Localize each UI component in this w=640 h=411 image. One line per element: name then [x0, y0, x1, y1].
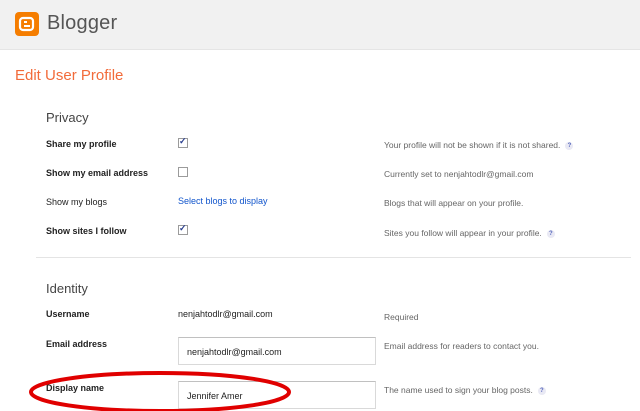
show-sites-checkbox[interactable]: [178, 223, 188, 235]
show-sites-label: Show sites I follow: [46, 226, 127, 236]
username-help: Required: [384, 312, 419, 322]
brand-name: Blogger: [47, 12, 118, 34]
username-label: Username: [46, 309, 90, 319]
section-divider: [36, 257, 631, 258]
blogger-logo-icon[interactable]: [15, 12, 39, 36]
help-question-icon[interactable]: ?: [537, 386, 546, 395]
display-name-help: The name used to sign your blog posts.?: [384, 385, 546, 395]
select-blogs-link[interactable]: Select blogs to display: [178, 196, 268, 206]
display-name-help-text: The name used to sign your blog posts.: [384, 385, 533, 395]
share-profile-checkbox[interactable]: [178, 136, 188, 148]
username-value: nenjahtodlr@gmail.com: [178, 309, 273, 319]
privacy-section-title: Privacy: [46, 110, 89, 125]
show-email-checkbox[interactable]: [178, 167, 188, 177]
top-bar: Blogger: [0, 0, 640, 50]
share-profile-help: Your profile will not be shown if it is …: [384, 140, 574, 150]
show-email-help: Currently set to nenjahtodlr@gmail.com: [384, 169, 534, 179]
identity-section-title: Identity: [46, 281, 88, 296]
show-email-label: Show my email address: [46, 168, 149, 178]
email-address-help: Email address for readers to contact you…: [384, 341, 539, 351]
annotation-ellipse: [29, 371, 291, 411]
page-title: Edit User Profile: [15, 67, 124, 84]
share-profile-label: Share my profile: [46, 139, 117, 149]
show-blogs-help: Blogs that will appear on your profile.: [384, 198, 524, 208]
show-blogs-label: Show my blogs: [46, 197, 108, 207]
help-question-icon[interactable]: ?: [546, 229, 555, 238]
share-profile-help-text: Your profile will not be shown if it is …: [384, 140, 561, 150]
email-address-label: Email address: [46, 339, 108, 349]
show-sites-help: Sites you follow will appear in your pro…: [384, 228, 555, 238]
help-question-icon[interactable]: ?: [565, 141, 574, 150]
show-sites-help-text: Sites you follow will appear in your pro…: [384, 228, 542, 238]
email-address-field[interactable]: nenjahtodlr@gmail.com: [178, 337, 376, 365]
